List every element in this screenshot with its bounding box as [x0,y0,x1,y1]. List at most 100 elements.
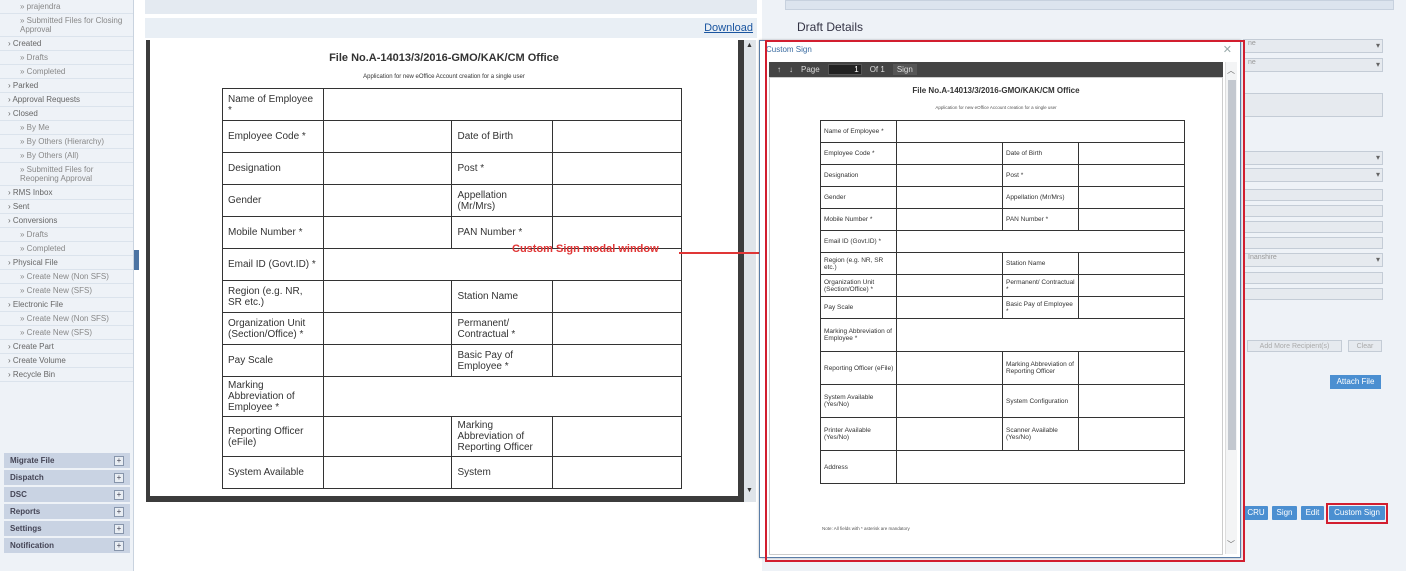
sidebar-item[interactable]: » Submitted Files for Reopening Approval [0,163,133,186]
expand-icon[interactable]: + [114,472,124,483]
sidebar-item[interactable]: › Create Volume [0,354,133,368]
expand-icon[interactable]: + [114,489,124,500]
expand-icon[interactable]: + [114,540,124,551]
text-field-1[interactable] [1243,189,1383,201]
table-cell: Pay Scale [222,344,324,377]
sidebar-item[interactable]: » Drafts [0,51,133,65]
sidebar-section-reports[interactable]: Reports + [4,504,130,519]
sidebar-section-label: Migrate File [10,456,55,465]
text-field-6[interactable] [1243,288,1383,300]
sidebar-item[interactable]: › Recycle Bin [0,368,133,382]
download-link[interactable]: Download [704,22,753,34]
sidebar-item[interactable]: › Created [0,37,133,51]
expand-icon[interactable]: + [114,455,124,466]
sidebar-item[interactable]: › Create Part [0,340,133,354]
sidebar-item[interactable]: » Submitted Files for Closing Approval [0,14,133,37]
table-cell [552,344,682,377]
sidebar-item[interactable]: › Closed [0,107,133,121]
sidebar-collapse-handle[interactable] [134,250,139,270]
sidebar-item[interactable]: » prajendra [0,0,133,14]
sidebar-item[interactable]: » Create New (Non SFS) [0,270,133,284]
sidebar-section-notification[interactable]: Notification + [4,538,130,553]
sidebar-item[interactable]: » By Others (Hierarchy) [0,135,133,149]
table-cell [322,456,453,489]
sidebar-section-dispatch[interactable]: Dispatch + [4,470,130,485]
sidebar-section-label: Dispatch [10,473,44,482]
sidebar-item[interactable]: › Sent [0,200,133,214]
table-cell: Name of Employee * [222,88,324,121]
download-bar: Download [145,18,757,38]
table-row: Organization Unit (Section/Office) * Perm… [222,312,682,345]
sidebar-item[interactable]: » Drafts [0,228,133,242]
annotation-arrow [679,252,764,254]
custom-sign-highlight [1326,503,1388,524]
table-row: Employee Code * Date of Birth [222,120,682,153]
table-cell [322,280,453,313]
table-cell: Employee Code * [222,120,324,153]
table-cell: System Available [222,456,324,489]
sidebar-item[interactable]: › Conversions [0,214,133,228]
table-cell: Permanent/ Contractual * [451,312,554,345]
expand-icon[interactable]: + [114,506,124,517]
cru-button[interactable]: CRU [1244,506,1268,520]
table-cell [552,184,682,217]
table-cell: Designation [222,152,324,185]
sidebar-section-migrate-file[interactable]: Migrate File + [4,453,130,468]
draft-details-title: Draft Details [797,20,864,34]
add-more-recipients-button[interactable]: Add More Recipient(s) [1247,340,1342,352]
document-subtitle: Application for new eOffice Account crea… [363,74,525,80]
table-cell [322,120,453,153]
scroll-down-icon[interactable]: ▼ [746,487,753,494]
sidebar-item[interactable]: » Create New (SFS) [0,326,133,340]
sidebar: » prajendra» Submitted Files for Closing… [0,0,134,571]
table-cell [552,456,682,489]
document-scrollbar[interactable]: ▲ ▼ [744,40,756,502]
text-field-5[interactable] [1243,272,1383,284]
select-field-4[interactable] [1243,168,1383,182]
sidebar-item[interactable]: » By Others (All) [0,149,133,163]
select-field-3[interactable] [1243,151,1383,165]
table-cell [322,216,453,249]
sign-button[interactable]: Sign [1272,506,1297,520]
table-cell [322,184,453,217]
sidebar-item[interactable]: › Physical File [0,256,133,270]
table-row: Pay Scale Basic Pay of Employee * [222,344,682,377]
modal-highlight [765,40,1245,562]
table-row: Designation Post * [222,152,682,185]
select-field-1[interactable]: ne [1243,39,1383,53]
table-cell: Region (e.g. NR, SR etc.) [222,280,324,313]
sidebar-item[interactable]: › Parked [0,79,133,93]
select-field-5[interactable]: Inanshire [1243,253,1383,267]
attach-file-button[interactable]: Attach File [1330,375,1381,389]
select-field-2[interactable]: ne [1243,58,1383,72]
table-cell: Gender [222,184,324,217]
table-cell [552,280,682,313]
sidebar-item[interactable]: » Completed [0,242,133,256]
sidebar-item[interactable]: » Create New (SFS) [0,284,133,298]
table-cell: Basic Pay of Employee * [451,344,554,377]
table-cell: Marking Abbreviation of Reporting Office… [451,416,554,457]
sidebar-menu: » prajendra» Submitted Files for Closing… [0,0,133,382]
sidebar-item[interactable]: › Electronic File [0,298,133,312]
clear-button[interactable]: Clear [1348,340,1382,352]
text-field-4[interactable] [1243,237,1383,249]
sidebar-section-dsc[interactable]: DSC + [4,487,130,502]
expand-icon[interactable]: + [114,523,124,534]
text-field-2[interactable] [1243,205,1383,217]
sidebar-section-settings[interactable]: Settings + [4,521,130,536]
sidebar-item[interactable]: » By Me [0,121,133,135]
document-form-table: Name of Employee * Employee Code * Date of… [222,88,683,489]
text-field-3[interactable] [1243,221,1383,233]
scroll-up-icon[interactable]: ▲ [746,42,753,49]
sidebar-item[interactable]: » Create New (Non SFS) [0,312,133,326]
sidebar-item[interactable]: › Approval Requests [0,93,133,107]
edit-button[interactable]: Edit [1301,506,1324,520]
table-cell [322,376,683,417]
sidebar-section-label: Notification [10,541,54,550]
table-cell: Post * [451,152,554,185]
table-row: Name of Employee * [222,88,683,121]
sidebar-item[interactable]: » Completed [0,65,133,79]
table-cell [322,152,453,185]
text-area[interactable] [1243,93,1383,117]
sidebar-item[interactable]: › RMS Inbox [0,186,133,200]
